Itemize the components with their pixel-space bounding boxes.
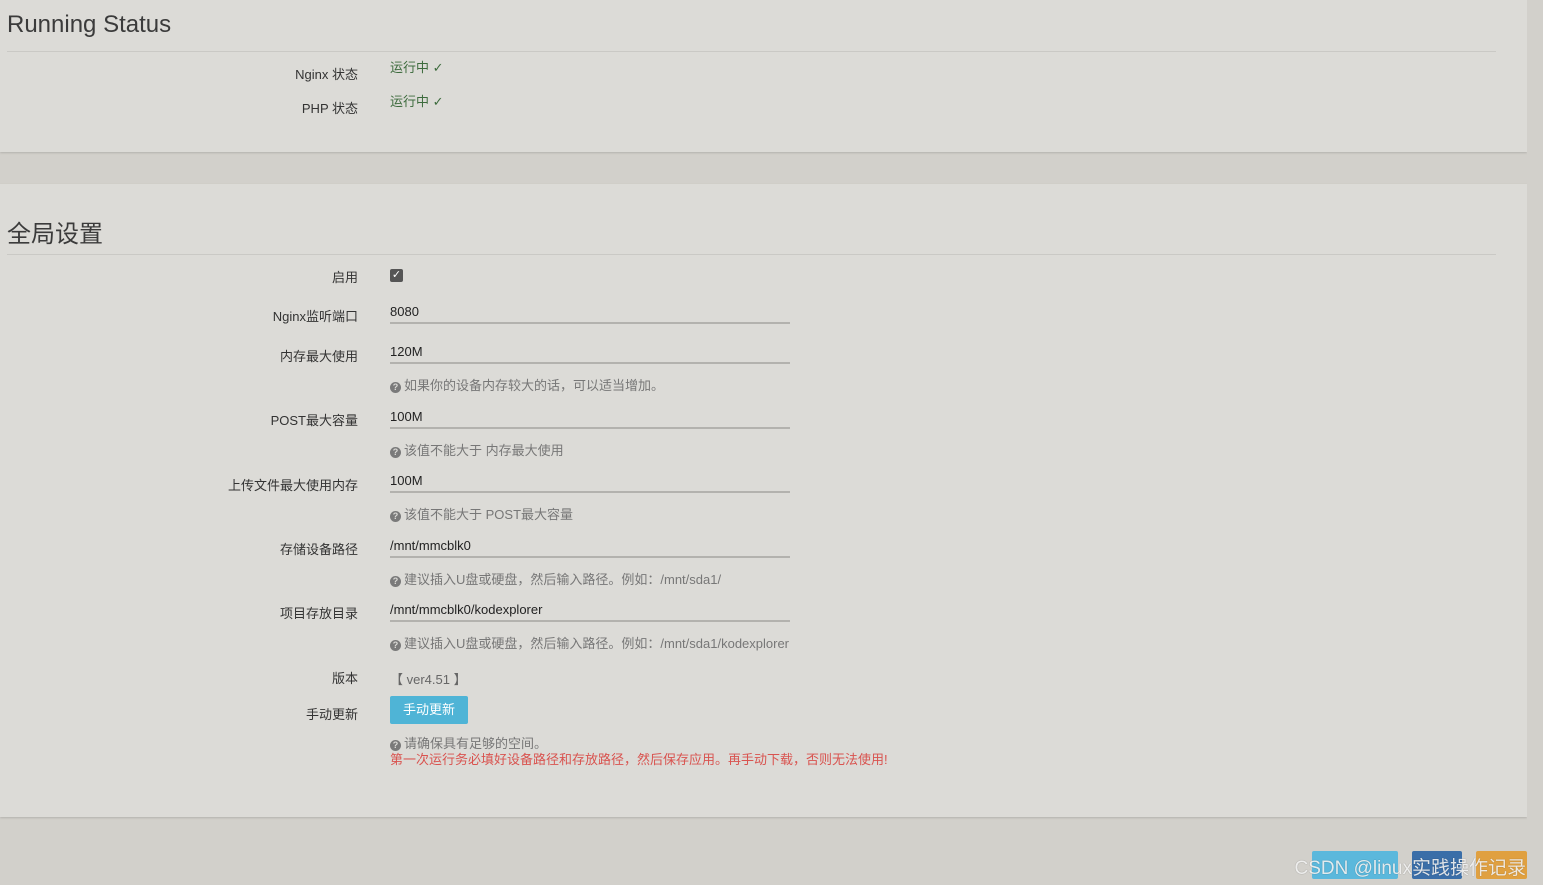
memory-max-help: ? 如果你的设备内存较大的话，可以适当增加。 <box>390 375 664 394</box>
question-circle-icon: ? <box>390 447 401 458</box>
project-dir-help-text: 建议插入U盘或硬盘，然后输入路径。例如：/mnt/sda1/kodexplore… <box>404 636 790 651</box>
memory-max-help-text: 如果你的设备内存较大的话，可以适当增加。 <box>404 378 665 393</box>
upload-max-input[interactable] <box>390 469 790 493</box>
csdn-watermark: CSDN @linux实践操作记录 <box>1294 858 1526 879</box>
upload-max-label: 上传文件最大使用内存 <box>227 478 358 493</box>
php-status-label: PHP 状态 <box>301 101 358 116</box>
question-circle-icon: ? <box>390 511 401 522</box>
project-dir-label: 项目存放目录 <box>279 606 358 621</box>
title-divider <box>7 254 1496 255</box>
storage-path-input[interactable] <box>390 534 790 558</box>
storage-path-help-text: 建议插入U盘或硬盘，然后输入路径。例如：/mnt/sda1/ <box>404 572 722 587</box>
global-settings-title: 全局设置 <box>7 221 103 248</box>
post-max-label: POST最大容量 <box>270 413 358 428</box>
question-circle-icon: ? <box>390 382 401 393</box>
upload-max-help-text: 该值不能大于 POST最大容量 <box>404 507 574 522</box>
title-divider <box>7 51 1496 52</box>
page-right-edge <box>1527 0 1543 885</box>
project-dir-help: ? 建议插入U盘或硬盘，然后输入路径。例如：/mnt/sda1/kodexplor… <box>390 633 789 652</box>
enable-label: 启用 <box>331 270 358 285</box>
manual-update-label: 手动更新 <box>305 707 358 722</box>
nginx-port-input[interactable] <box>390 300 790 324</box>
question-circle-icon: ? <box>390 576 401 587</box>
manual-update-warning: 第一次运行务必填好设备路径和存放路径，然后保存应用。再手动下载，否则无法使用! <box>390 752 888 767</box>
memory-max-label: 内存最大使用 <box>279 349 358 364</box>
memory-max-input[interactable] <box>390 340 790 364</box>
enable-checkbox[interactable]: ✓ <box>390 269 403 282</box>
upload-max-help: ? 该值不能大于 POST最大容量 <box>390 504 573 523</box>
nginx-port-label: Nginx监听端口 <box>272 309 358 324</box>
global-settings-panel: 全局设置 启用 ✓ Nginx监听端口 内存最大使用 ?如果你的设备内存较大的话… <box>0 184 1527 817</box>
php-status-value: 运行中 ✓ <box>390 94 444 109</box>
storage-path-label: 存储设备路径 <box>279 542 358 557</box>
version-value: 【 ver4.51 】 <box>390 672 467 687</box>
nginx-status-value: 运行中 ✓ <box>390 60 444 75</box>
version-label: 版本 <box>331 671 358 686</box>
storage-path-help: ? 建议插入U盘或硬盘，然后输入路径。例如：/mnt/sda1/ <box>390 569 721 588</box>
post-max-help: ? 该值不能大于 内存最大使用 <box>390 440 564 459</box>
running-status-title: Running Status <box>7 11 172 38</box>
project-dir-input[interactable] <box>390 598 790 622</box>
manual-update-button[interactable]: 手动更新 <box>390 696 469 724</box>
post-max-help-text: 该值不能大于 内存最大使用 <box>404 443 564 458</box>
question-circle-icon: ? <box>390 640 401 651</box>
post-max-input[interactable] <box>390 405 790 429</box>
running-status-panel: Running Status Nginx 状态 运行中 ✓ PHP 状态 运行中… <box>0 0 1527 152</box>
nginx-status-label: Nginx 状态 <box>295 67 358 82</box>
